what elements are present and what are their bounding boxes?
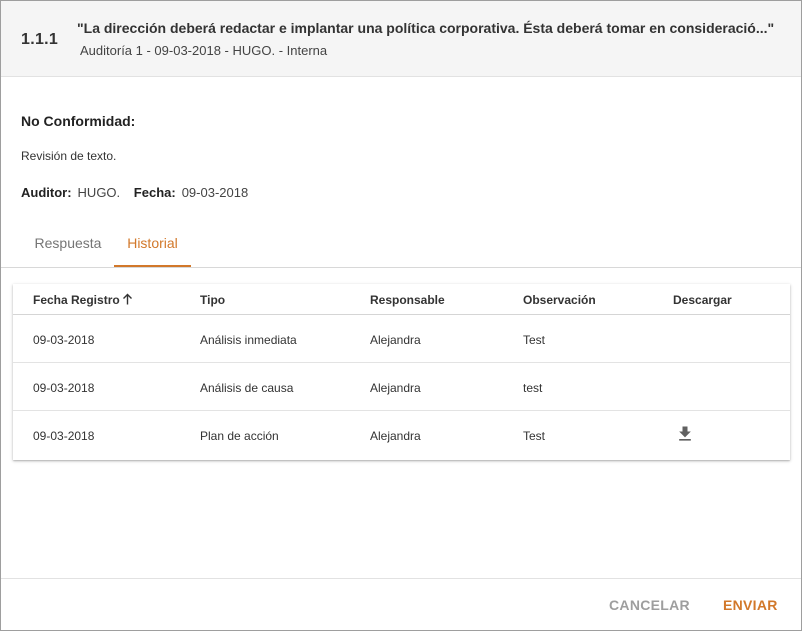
table-row: 09-03-2018 Plan de acción Alejandra Test	[13, 411, 790, 459]
date-label: Fecha:	[133, 185, 176, 200]
cell-tipo: Plan de acción	[200, 429, 279, 443]
column-header-responsable: Responsable	[370, 293, 445, 307]
dialog: 1.1.1 "La dirección deberá redactar e im…	[0, 0, 802, 631]
audit-subtitle: Auditoría 1 - 09-03-2018 - HUGO. - Inter…	[80, 43, 328, 58]
cell-responsable: Alejandra	[370, 429, 421, 443]
dialog-footer: CANCELAR ENVIAR	[1, 578, 801, 630]
download-icon[interactable]	[675, 424, 695, 449]
tab-historial[interactable]: Historial	[114, 223, 191, 267]
arrow-up-icon	[122, 293, 133, 308]
requirement-code: 1.1.1	[21, 31, 59, 48]
send-button[interactable]: ENVIAR	[723, 597, 778, 613]
table-row: 09-03-2018 Análisis inmediata Alejandra …	[13, 315, 790, 363]
cell-tipo: Análisis inmediata	[200, 333, 297, 347]
cell-responsable: Alejandra	[370, 381, 421, 395]
cell-fecha: 09-03-2018	[33, 381, 95, 395]
tab-respuesta[interactable]: Respuesta	[23, 223, 113, 267]
auditor-label: Auditor:	[21, 185, 72, 200]
auditor-value: HUGO.	[77, 185, 121, 200]
cancel-button[interactable]: CANCELAR	[609, 597, 690, 613]
audit-meta: Auditor: HUGO. Fecha: 09-03-2018	[21, 185, 258, 200]
table-row: 09-03-2018 Análisis de causa Alejandra t…	[13, 363, 790, 411]
cell-fecha: 09-03-2018	[33, 333, 95, 347]
requirement-title: "La dirección deberá redactar e implanta…	[77, 20, 775, 36]
dialog-header: 1.1.1 "La dirección deberá redactar e im…	[1, 1, 801, 77]
tab-bar: Respuesta Historial	[1, 223, 801, 268]
nonconformity-label: No Conformidad:	[21, 113, 136, 129]
cell-observacion: test	[523, 381, 543, 395]
cell-observacion: Test	[523, 429, 546, 443]
cell-tipo: Análisis de causa	[200, 381, 294, 395]
column-header-descargar: Descargar	[673, 293, 732, 307]
history-table: Fecha Registro Tipo Responsable Observac…	[13, 284, 790, 460]
cell-observacion: Test	[523, 333, 546, 347]
column-header-observacion: Observación	[523, 293, 596, 307]
nonconformity-text: Revisión de texto.	[21, 149, 117, 163]
column-header-tipo: Tipo	[200, 293, 226, 307]
column-header-fecha[interactable]: Fecha Registro	[33, 293, 133, 308]
cell-fecha: 09-03-2018	[33, 429, 95, 443]
date-value: 09-03-2018	[181, 185, 249, 200]
table-header-row: Fecha Registro Tipo Responsable Observac…	[13, 284, 790, 315]
cell-responsable: Alejandra	[370, 333, 421, 347]
